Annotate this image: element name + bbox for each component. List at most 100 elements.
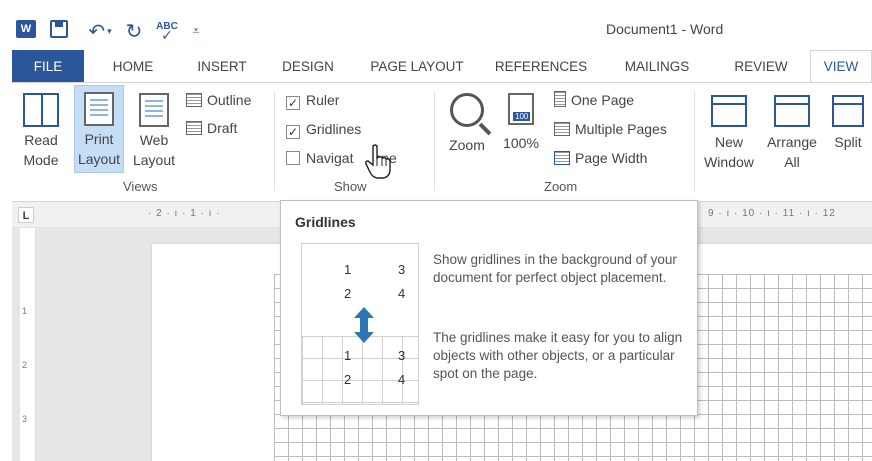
vertical-ruler: 1 2 3	[20, 228, 36, 461]
web-layout-label-2: Layout	[132, 152, 176, 168]
illustration-grid	[302, 336, 418, 404]
navigation-pane-check-icon	[286, 151, 300, 165]
tab-design[interactable]: DESIGN	[262, 50, 354, 82]
outline-button[interactable]: Outline	[186, 91, 251, 110]
draft-button[interactable]: Draft	[186, 119, 237, 138]
save-icon[interactable]	[50, 20, 68, 38]
split-button[interactable]: Split	[826, 87, 870, 173]
hand-pointer-cursor-icon	[365, 144, 391, 179]
word-window: W ↶ ▾ ↻ ABC ✓ ⩡ Document1 - Word FILE HOM…	[12, 12, 872, 461]
views-group-label: Views	[123, 179, 158, 194]
draft-label: Draft	[207, 120, 238, 136]
print-layout-label-1: Print	[84, 131, 114, 147]
print-layout-label-2: Layout	[77, 151, 121, 167]
tab-page-layout[interactable]: PAGE LAYOUT	[354, 50, 480, 82]
arrange-all-icon	[774, 95, 810, 127]
zoom-100-label: 100%	[503, 135, 539, 151]
gridlines-checkbox[interactable]: ✓ Gridlines	[286, 120, 361, 139]
print-layout-button[interactable]: Print Layout	[74, 85, 124, 173]
read-mode-label-1: Read	[24, 132, 58, 148]
gridlines-tooltip: Gridlines 1 3 2 4 1 3 2 4 Show gridlines…	[280, 200, 698, 416]
web-layout-icon	[139, 93, 169, 127]
gridlines-check-icon: ✓	[286, 125, 300, 139]
tab-mailings[interactable]: MAILINGS	[602, 50, 712, 82]
gridlines-illustration: 1 3 2 4 1 3 2 4	[301, 243, 419, 405]
undo-icon[interactable]: ↶ ▾	[82, 20, 118, 43]
arrange-all-label-1: Arrange	[767, 134, 817, 150]
ribbon-tabs: FILE HOME INSERT DESIGN PAGE LAYOUT REFE…	[12, 50, 872, 82]
ruler-label: Ruler	[306, 92, 340, 108]
vertical-ruler-mark: 1	[22, 306, 28, 316]
tab-file[interactable]: FILE	[12, 50, 84, 82]
separator	[694, 91, 695, 191]
zoom-100-icon-text: 100	[513, 112, 531, 121]
separator	[434, 91, 435, 191]
one-page-button[interactable]: One Page	[554, 91, 634, 110]
vertical-double-arrow-icon	[354, 307, 374, 343]
arrange-all-button[interactable]: Arrange All	[762, 87, 822, 173]
customize-quick-access-icon[interactable]: ⩡	[188, 20, 204, 42]
tooltip-title: Gridlines	[295, 214, 356, 230]
zoom-100-icon: 100	[508, 93, 534, 125]
show-group-label: Show	[334, 179, 367, 194]
tab-selector[interactable]: L	[18, 207, 34, 223]
page-width-button[interactable]: Page Width	[554, 149, 647, 168]
print-layout-icon	[84, 92, 114, 126]
page-width-label: Page Width	[575, 150, 648, 166]
ribbon-view: Read Mode Print Layout Web Layout Outlin…	[12, 82, 872, 202]
illustration-number: 4	[398, 286, 406, 301]
tooltip-description-1: Show gridlines in the background of your…	[433, 252, 677, 285]
read-mode-label-2: Mode	[23, 152, 59, 168]
spelling-check-icon[interactable]: ABC ✓	[154, 20, 180, 43]
vertical-ruler-mark: 2	[22, 360, 28, 370]
new-window-label-2: Window	[704, 154, 754, 170]
word-logo-icon[interactable]: W	[16, 20, 36, 38]
zoom-button[interactable]: Zoom	[442, 87, 492, 173]
page-width-icon	[554, 151, 570, 165]
vertical-ruler-mark: 3	[22, 414, 28, 424]
window-title: Document1 - Word	[606, 21, 724, 37]
web-layout-button[interactable]: Web Layout	[128, 87, 180, 173]
multiple-pages-icon	[554, 122, 570, 136]
one-page-icon	[554, 91, 566, 107]
illustration-number: 2	[344, 372, 352, 387]
separator	[274, 91, 275, 191]
tab-references[interactable]: REFERENCES	[480, 50, 602, 82]
split-icon	[832, 95, 864, 127]
illustration-number: 1	[344, 348, 352, 363]
illustration-number: 3	[398, 262, 406, 277]
one-page-label: One Page	[571, 92, 635, 108]
redo-icon[interactable]: ↻	[124, 20, 144, 43]
read-mode-button[interactable]: Read Mode	[18, 87, 64, 173]
read-mode-icon	[23, 93, 59, 127]
multiple-pages-label: Multiple Pages	[575, 121, 667, 137]
new-window-icon	[711, 95, 747, 127]
tab-home[interactable]: HOME	[84, 50, 182, 82]
gridlines-label: Gridlines	[306, 121, 362, 137]
arrange-all-label-2: All	[784, 154, 800, 170]
tab-view[interactable]: VIEW	[810, 50, 872, 82]
ruler-marks-right: 9 · ı · 10 · ı · 11 · ı · 12	[708, 208, 836, 219]
multiple-pages-button[interactable]: Multiple Pages	[554, 120, 667, 139]
ruler-check-icon: ✓	[286, 96, 300, 110]
illustration-number: 2	[344, 286, 352, 301]
ruler-marks-left: · 2 · ı · 1 · ı ·	[148, 208, 221, 219]
illustration-number: 1	[344, 262, 352, 277]
tab-insert[interactable]: INSERT	[182, 50, 262, 82]
new-window-button[interactable]: New Window	[700, 87, 758, 173]
title-bar: W ↶ ▾ ↻ ABC ✓ ⩡ Document1 - Word	[12, 12, 872, 50]
navigation-pane-label-start: Navigat	[306, 150, 354, 166]
new-window-label-1: New	[714, 134, 743, 150]
tooltip-description-2: The gridlines make it easy for you to al…	[433, 330, 683, 381]
split-label: Split	[834, 134, 862, 150]
magnifier-icon	[450, 93, 484, 127]
tab-review[interactable]: REVIEW	[712, 50, 810, 82]
illustration-number: 4	[398, 372, 406, 387]
zoom-label: Zoom	[449, 137, 485, 153]
draft-icon	[186, 121, 202, 135]
zoom-100-button[interactable]: 100 100%	[498, 87, 544, 173]
outline-icon	[186, 93, 202, 107]
ruler-checkbox[interactable]: ✓ Ruler	[286, 91, 339, 110]
outline-label: Outline	[207, 92, 252, 108]
web-layout-label-1: Web	[139, 132, 169, 148]
